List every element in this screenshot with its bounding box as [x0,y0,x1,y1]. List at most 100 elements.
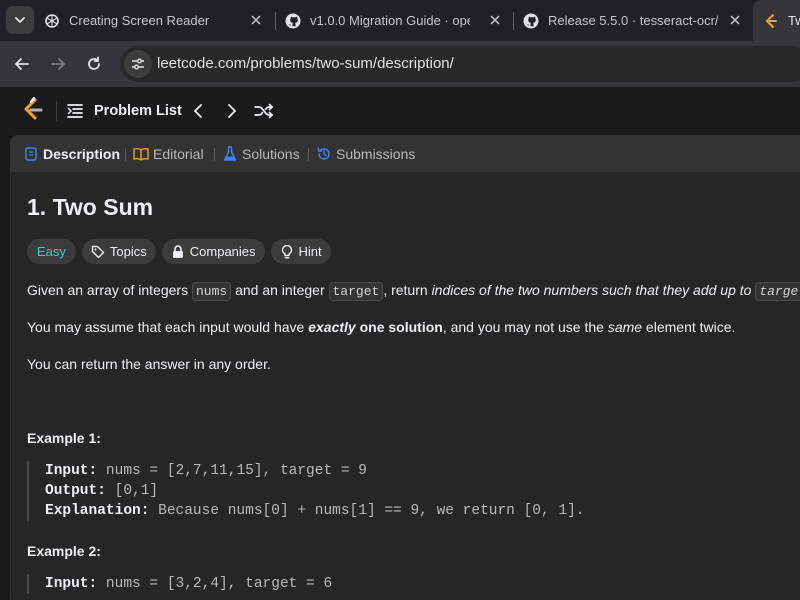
tag-label: Hint [298,244,322,259]
emphasis-text: same [607,319,643,335]
close-icon[interactable] [727,12,743,28]
browser-tab-strip: Creating Screen Reader v1.0.0 Migration … [0,0,800,41]
arrow-right-icon [51,58,66,70]
lightbulb-icon [280,244,294,259]
inline-code: target [328,282,384,301]
tab-divider [125,148,126,161]
close-icon[interactable] [487,12,503,28]
shuffle-icon [254,103,274,119]
explanation-value: Because nums[0] + nums[1] == 9, we retur… [149,503,585,519]
text: element twice. [642,319,736,335]
reload-icon [88,56,100,70]
list-icon [67,104,83,118]
tab-editorial[interactable]: Editorial [133,136,204,172]
problem-list-button[interactable]: Problem List [66,99,182,123]
description-icon [23,146,39,162]
text: and an integer [231,282,329,298]
problem-title[interactable]: 1. Two Sum [27,194,153,221]
leetcode-nav: Problem List [0,87,800,135]
emphasis-text: indices of the two numbers such that the… [431,282,752,298]
prev-problem-button[interactable] [186,99,210,123]
problem-assumption: You may assume that each input would hav… [27,317,735,337]
text: , return [383,282,432,298]
random-problem-button[interactable] [252,99,276,123]
tag-label: Companies [189,244,256,259]
flask-icon [222,146,238,162]
example-1-title: Example 1: [27,430,101,446]
tag-label: Topics [109,244,147,259]
explanation-label: Explanation: [45,503,150,519]
example-input: Input: nums = [3,2,4], target = 6 [45,574,627,594]
tab-submissions[interactable]: Submissions [316,136,415,172]
chevron-left-icon [193,104,202,118]
inline-code: target [755,282,800,301]
input-label: Input: [45,576,98,592]
tab-label: Solutions [242,146,300,162]
close-icon[interactable] [248,12,264,28]
tab-divider [513,12,514,30]
tab-solutions[interactable]: Solutions [222,136,300,172]
github-icon [285,13,301,29]
browser-tab-1[interactable]: Creating Screen Reader [44,0,272,41]
forward-button[interactable] [44,50,72,78]
problem-statement: Given an array of integers nums and an i… [27,280,800,302]
url-text: leetcode.com/problems/two-sum/descriptio… [157,55,454,72]
tab-label: Description [43,146,121,162]
panel-tabs: Description Editorial Solutions Submissi… [11,136,800,172]
tab-divider [275,12,276,30]
example-output: Output: [0,1] [45,481,627,501]
output-value: [0,1] [105,483,159,499]
tab-divider [308,148,309,161]
description-panel: Description Editorial Solutions Submissi… [10,135,800,600]
bold-text: one solution [355,319,443,335]
tab-title: Creating Screen Reader [69,13,210,28]
leetcode-icon [763,13,779,29]
input-value: nums = [2,7,11,15], target = 9 [97,463,367,479]
nav-divider [56,101,57,121]
next-problem-button[interactable] [220,99,244,123]
leetcode-logo-icon[interactable] [20,97,44,123]
inline-code: nums [191,282,232,301]
text: You may assume that each input would hav… [27,319,309,335]
tab-description[interactable]: Description [23,136,120,172]
browser-toolbar: leetcode.com/problems/two-sum/descriptio… [0,41,800,87]
lock-icon [171,244,185,259]
tab-divider [214,148,215,161]
topics-tag[interactable]: Topics [81,239,156,264]
problem-list-label: Problem List [94,103,182,119]
tab-label: Submissions [336,146,416,162]
example-2-block: Input: nums = [3,2,4], target = 6 [27,574,627,594]
tab-title: Release 5.5.0 · tesseract-ocr/tess [548,13,718,28]
example-explanation: Explanation: Because nums[0] + nums[1] =… [45,501,627,521]
tab-title: Tw [788,13,800,28]
text: , and you may not use the [442,319,608,335]
github-icon [523,13,539,29]
chevron-down-icon [15,17,25,24]
tab-search-button[interactable] [6,6,34,34]
chevron-right-icon [228,104,237,118]
hint-tag[interactable]: Hint [270,239,331,264]
text: Given an array of integers [27,282,192,298]
problem-note: You can return the answer in any order. [27,356,271,372]
companies-tag[interactable]: Companies [161,239,265,264]
emphasis-text: exactly [308,319,356,335]
openai-icon [44,13,60,29]
difficulty-badge: Easy [27,239,76,264]
output-label: Output: [45,483,106,499]
back-button[interactable] [8,50,36,78]
tab-label: Editorial [153,146,204,162]
browser-tab-4-active[interactable]: Tw [753,0,800,41]
tab-title: v1.0.0 Migration Guide · openai [310,13,470,28]
tune-icon [132,58,144,70]
address-bar[interactable]: leetcode.com/problems/two-sum/descriptio… [120,46,800,82]
example-input: Input: nums = [2,7,11,15], target = 9 [45,461,627,481]
input-value: nums = [3,2,4], target = 6 [97,576,333,592]
problem-tags: Easy Topics Companies Hint [27,239,331,264]
reload-button[interactable] [80,50,108,78]
browser-tab-2[interactable]: v1.0.0 Migration Guide · openai [285,0,511,41]
example-2-title: Example 2: [27,543,101,559]
site-info-button[interactable] [124,50,152,78]
history-icon [316,146,332,162]
book-icon [133,146,149,162]
browser-tab-3[interactable]: Release 5.5.0 · tesseract-ocr/tess [523,0,751,41]
